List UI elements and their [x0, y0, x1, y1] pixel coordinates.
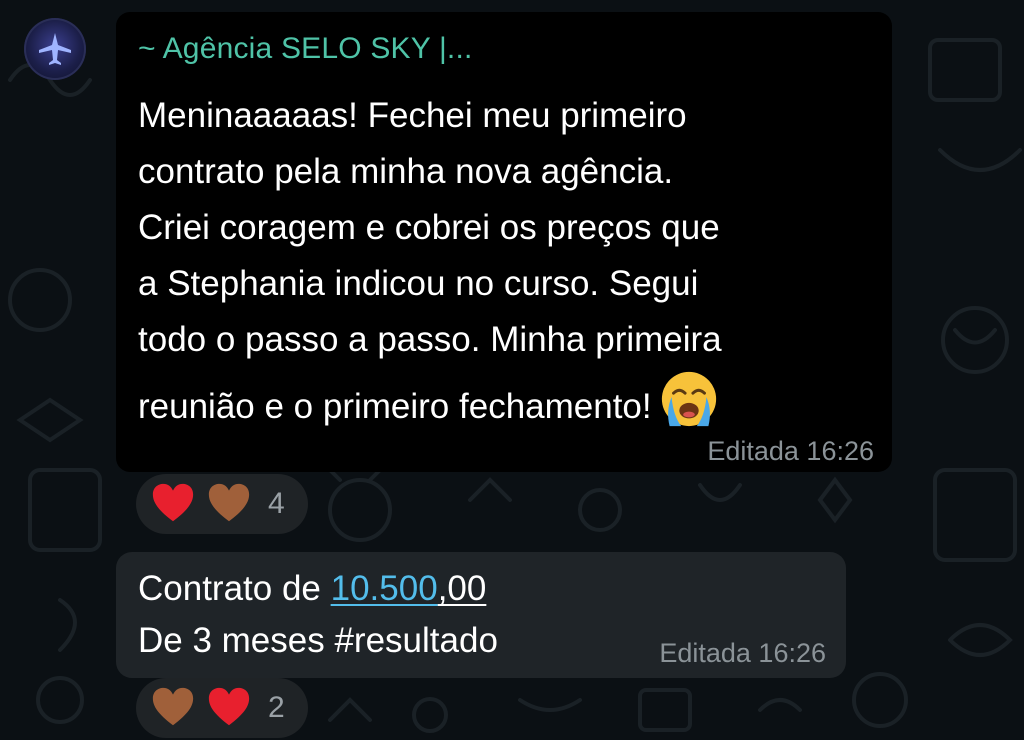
airplane-icon [39, 33, 71, 65]
message-status: Editada 16:26 [659, 638, 826, 668]
reaction-count: 4 [268, 487, 285, 520]
red-heart-icon [152, 483, 194, 522]
message-line: Criei coragem e cobrei os preços que [138, 208, 720, 247]
message-text-prefix: Contrato de [138, 569, 331, 608]
message-line: reunião e o primeiro fechamento! [138, 387, 652, 426]
reactions-bar[interactable]: 2 [136, 678, 308, 738]
sender-name[interactable]: ~ Agência SELO SKY |... [138, 32, 473, 66]
message-text-suffix: ,00 [437, 569, 487, 608]
message-line-last: reunião e o primeiro fechamento! [138, 368, 878, 435]
brown-heart-icon [152, 687, 194, 726]
phone-number-link[interactable]: 10.500 [331, 569, 438, 608]
sender-avatar[interactable] [24, 18, 86, 80]
message-status: Editada 16:26 [707, 436, 874, 466]
brown-heart-icon [208, 483, 250, 522]
message-bubble[interactable]: ~ Agência SELO SKY |... Meninaaaaas! Fec… [116, 12, 892, 472]
message-line: De 3 meses #resultado [138, 621, 498, 660]
message-line: Contrato de 10.500,00 [138, 564, 486, 614]
chat-background: ~ Agência SELO SKY |... Meninaaaaas! Fec… [0, 0, 1024, 740]
red-heart-icon [208, 687, 250, 726]
message-line: a Stephania indicou no curso. Segui [138, 264, 699, 303]
reaction-count: 2 [268, 691, 285, 724]
message-line: todo o passo a passo. Minha primeira [138, 320, 722, 359]
message-bubble[interactable]: Contrato de 10.500,00 De 3 meses #result… [116, 552, 846, 678]
message-line: contrato pela minha nova agência. [138, 152, 674, 191]
message-line: Meninaaaaas! Fechei meu primeiro [138, 96, 687, 135]
loudly-crying-face-icon [661, 371, 716, 427]
reactions-bar[interactable]: 4 [136, 474, 308, 534]
message-text: Meninaaaaas! Fechei meu primeiro contrat… [138, 88, 878, 435]
